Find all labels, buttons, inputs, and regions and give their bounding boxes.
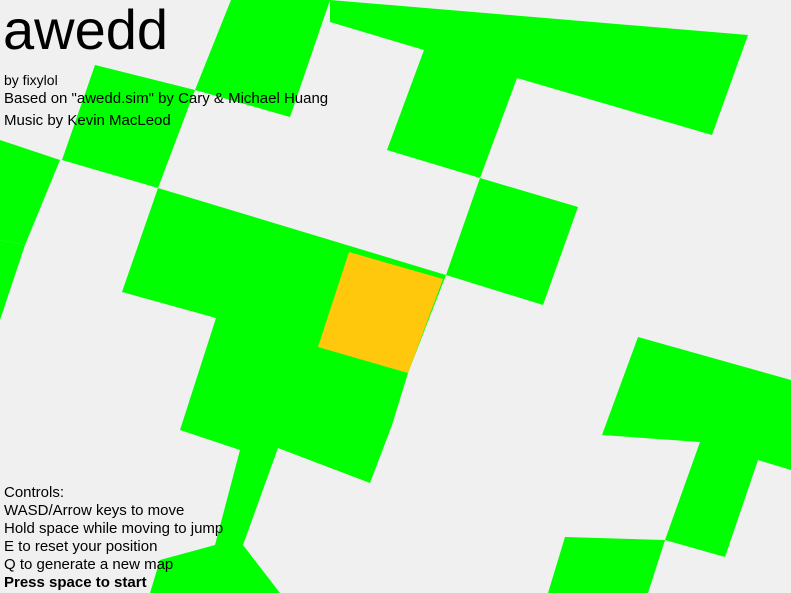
- game-canvas[interactable]: awedd by fixylol Based on "awedd.sim" by…: [0, 0, 791, 593]
- based-on-credit: Based on "awedd.sim" by Cary & Michael H…: [4, 90, 329, 107]
- control-line-new-map: Q to generate a new map: [4, 556, 174, 573]
- music-credit: Music by Kevin MacLeod: [4, 112, 171, 129]
- green-tile: [0, 240, 25, 320]
- controls-panel: Controls: WASD/Arrow keys to move Hold s…: [4, 484, 223, 592]
- author-credit: by fixylol: [4, 72, 58, 88]
- credits: by fixylol Based on "awedd.sim" by Cary …: [4, 73, 328, 128]
- control-line-move: WASD/Arrow keys to move: [4, 502, 185, 519]
- start-prompt: Press space to start: [4, 574, 147, 591]
- green-tile: [330, 0, 748, 178]
- controls-heading: Controls:: [4, 484, 65, 501]
- control-line-jump: Hold space while moving to jump: [4, 520, 224, 537]
- game-title: awedd: [3, 0, 169, 61]
- green-tile: [602, 337, 791, 557]
- green-tile: [548, 537, 665, 593]
- green-tile: [446, 178, 578, 305]
- green-tile: [0, 140, 60, 245]
- control-line-reset: E to reset your position: [4, 538, 158, 555]
